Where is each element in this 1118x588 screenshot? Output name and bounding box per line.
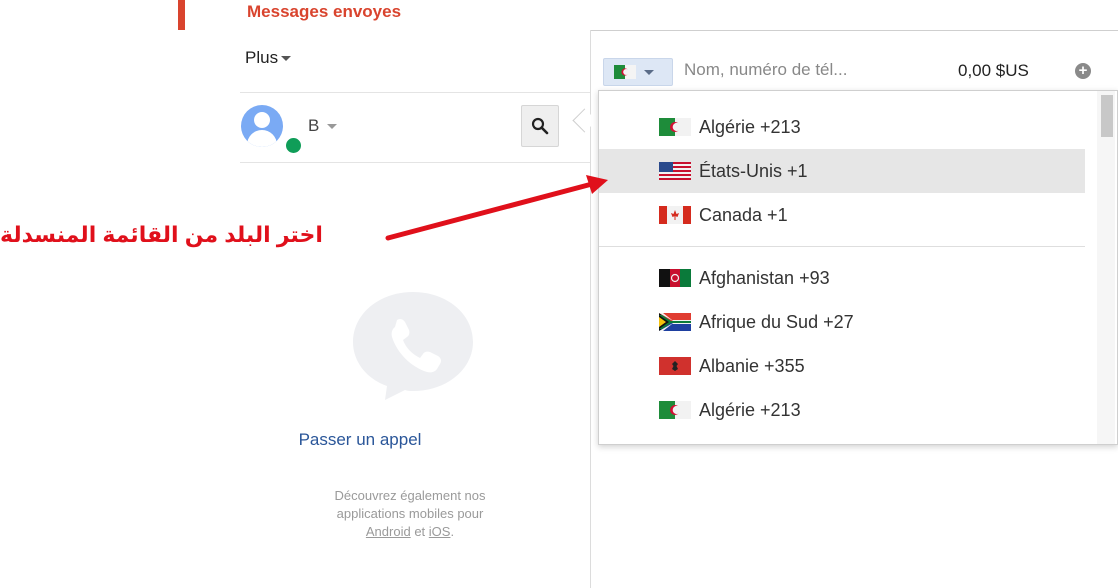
sent-messages-link[interactable]: Messages envoyes — [247, 2, 401, 22]
country-option[interactable]: Algérie +213 — [599, 388, 1085, 432]
country-option-label: États-Unis +1 — [699, 160, 808, 181]
scrollbar-track[interactable] — [1097, 91, 1115, 444]
country-option-label: Albanie +355 — [699, 355, 805, 376]
presence-status-icon — [284, 136, 303, 155]
country-option-label: Canada +1 — [699, 204, 788, 225]
apps-note-line: Découvrez également nos — [334, 488, 486, 503]
dropdown-pointer — [572, 108, 597, 133]
usa-flag-icon — [659, 162, 691, 180]
make-call-link[interactable]: Passer un appel — [250, 430, 470, 450]
scrollbar-thumb[interactable] — [1101, 95, 1113, 137]
search-button[interactable] — [521, 105, 559, 147]
call-credit-balance: 0,00 $US — [958, 61, 1029, 80]
country-option[interactable]: Canada +1 — [599, 193, 1085, 237]
country-option[interactable]: Albanie +355 — [599, 344, 1085, 388]
mobile-apps-note: Découvrez également nos applications mob… — [270, 487, 550, 541]
avatar-head — [254, 112, 270, 128]
algeria-flag-icon — [614, 65, 636, 79]
dropdown-separator — [599, 246, 1085, 247]
apps-note-line: applications mobiles pour — [336, 506, 484, 521]
ios-link[interactable]: iOS — [429, 524, 451, 539]
annotation-arrow-icon — [385, 175, 608, 241]
apps-note-links: Android et iOS. — [270, 523, 550, 541]
algeria-flag-icon — [659, 118, 691, 136]
avatar[interactable] — [241, 105, 283, 147]
country-picker-button[interactable] — [603, 58, 673, 86]
user-status-menu[interactable]: B — [308, 116, 338, 136]
country-option-label: Afghanistan +93 — [699, 267, 830, 288]
apps-note-and: et — [414, 524, 426, 539]
annotation-instruction: اختر البلد من القائمة المنسدلة — [0, 222, 323, 247]
phone-search-input[interactable] — [684, 56, 944, 84]
albania-flag-icon — [659, 357, 691, 375]
south-africa-flag-icon — [659, 313, 691, 331]
chevron-down-icon — [327, 124, 338, 130]
country-option[interactable]: Afrique du Sud +27 — [599, 300, 1085, 344]
more-menu-button[interactable]: Plus — [245, 48, 292, 68]
chevron-down-icon — [281, 56, 292, 62]
algeria-flag-icon — [659, 401, 691, 419]
afghanistan-flag-icon — [659, 269, 691, 287]
search-icon — [531, 117, 549, 135]
active-folder-indicator — [178, 0, 185, 30]
user-name-label: B — [308, 116, 320, 135]
apps-note-period: . — [450, 524, 455, 539]
divider — [240, 92, 590, 93]
avatar-body — [247, 130, 277, 147]
country-option[interactable]: Algérie +213 — [599, 105, 1085, 149]
country-dropdown: Algérie +213 États-Unis +1 Canada +1 Afg… — [598, 90, 1118, 445]
country-option[interactable]: États-Unis +1 — [599, 149, 1085, 193]
country-option-label: Algérie +213 — [699, 399, 801, 420]
phone-call-icon — [353, 292, 473, 400]
chevron-down-icon — [644, 69, 654, 75]
country-option-label: Algérie +213 — [699, 116, 801, 137]
android-link[interactable]: Android — [366, 524, 411, 539]
country-option[interactable]: Afghanistan +93 — [599, 256, 1085, 300]
canada-flag-icon — [659, 206, 691, 224]
plus-circle-icon[interactable]: + — [1075, 63, 1091, 79]
divider — [240, 162, 590, 163]
country-option-label: Afrique du Sud +27 — [699, 311, 854, 332]
more-menu-label: Plus — [245, 48, 279, 67]
